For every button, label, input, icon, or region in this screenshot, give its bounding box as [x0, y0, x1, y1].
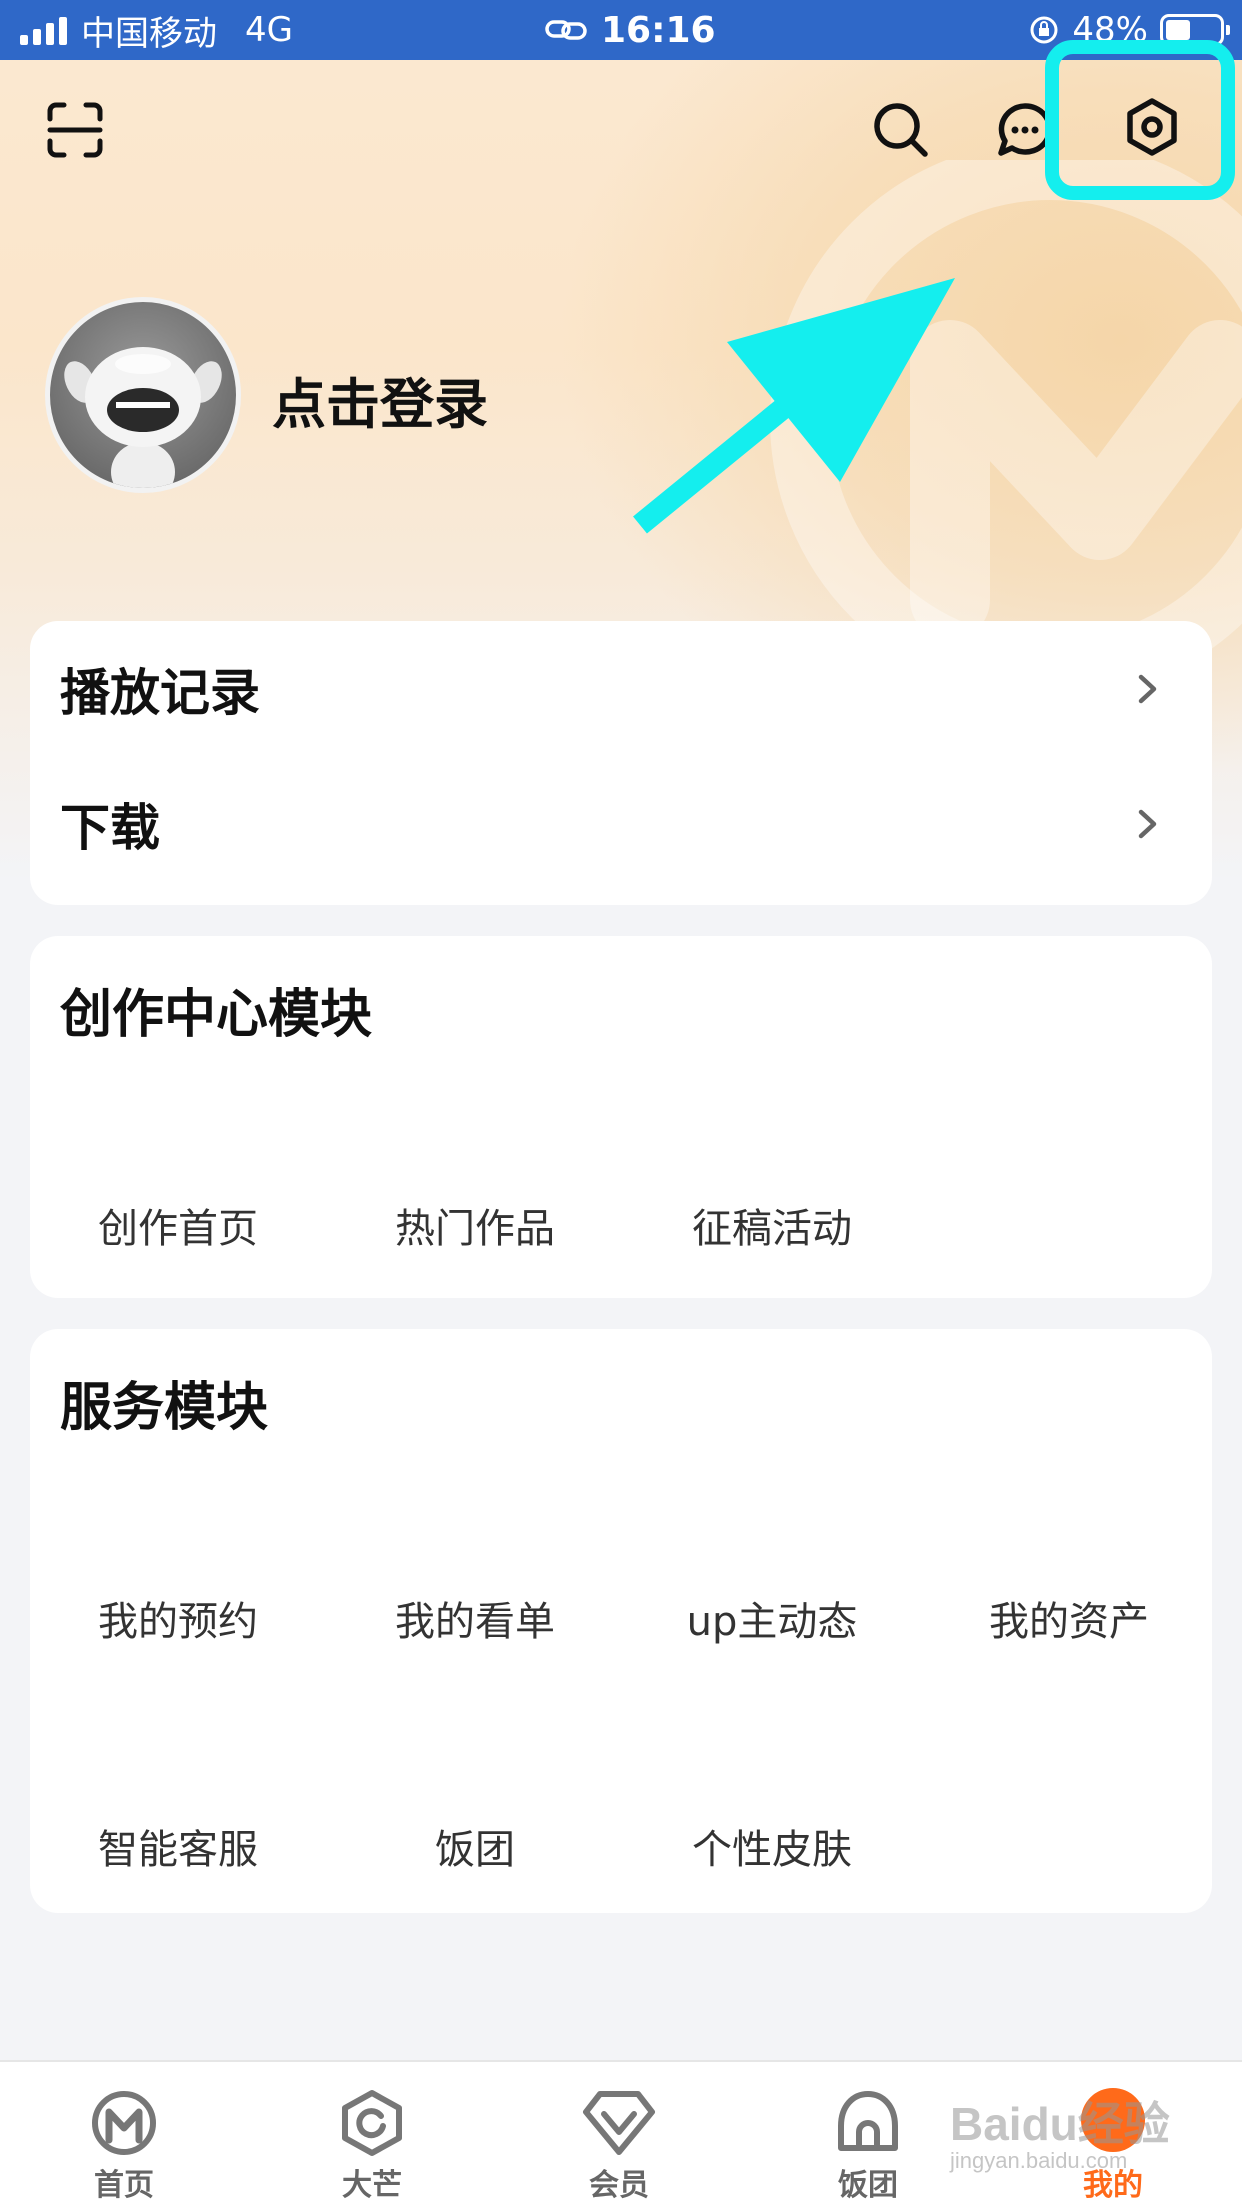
creation-center-card: 创作中心模块 创作首页 热门作品 征稿活动: [30, 936, 1212, 1298]
records-card: 播放记录 下载: [30, 621, 1212, 905]
fantuan-item[interactable]: 饭团: [345, 1817, 605, 1875]
rotation-lock-icon: [1030, 16, 1058, 44]
list-item-download[interactable]: 下载: [30, 764, 1212, 884]
avatar[interactable]: [45, 297, 241, 493]
my-assets-item[interactable]: 我的资产: [939, 1589, 1199, 1647]
nav-label-vip: 会员: [589, 2168, 649, 2203]
smart-service-item[interactable]: 智能客服: [48, 1817, 308, 1875]
scan-button[interactable]: [40, 95, 110, 165]
fantuan-icon: [838, 2091, 898, 2151]
clock: 16:16: [601, 9, 716, 51]
mango-logo-icon: [92, 2091, 156, 2155]
robot-mascot-icon: [64, 347, 222, 488]
nav-item-home[interactable]: 首页: [24, 2062, 224, 2208]
creation-home-item[interactable]: 创作首页: [48, 1196, 308, 1254]
hot-works-item[interactable]: 热门作品: [345, 1196, 605, 1254]
service-card: 服务模块 我的预约 我的看单 up主动态 我的资产 智能客服 饭团 个性皮肤: [30, 1329, 1212, 1913]
watermark-text: Baidu经验: [950, 2098, 1170, 2150]
carrier-label: 中国移动: [81, 13, 217, 54]
network-label: 4G: [245, 10, 293, 50]
chevron-right-icon: [1138, 674, 1157, 704]
watermark-subtext: jingyan.baidu.com: [950, 2148, 1128, 2173]
nav-item-damang[interactable]: 大芒: [272, 2062, 472, 2208]
scan-icon: [47, 102, 103, 158]
chevron-right-icon: [1138, 809, 1157, 839]
nav-label-fantuan: 饭团: [838, 2168, 898, 2203]
call-for-submissions-item[interactable]: 征稿活动: [642, 1196, 902, 1254]
nav-label-damang: 大芒: [342, 2168, 402, 2203]
play-history-label: 播放记录: [60, 664, 260, 722]
pointer-arrow-icon: [633, 278, 955, 534]
link-icon: [545, 20, 587, 40]
search-icon: [874, 103, 928, 157]
nav-item-vip[interactable]: 会员: [519, 2062, 719, 2208]
login-link[interactable]: 点击登录: [272, 360, 488, 439]
my-reservations-item[interactable]: 我的预约: [48, 1589, 308, 1647]
nav-item-fantuan[interactable]: 饭团: [768, 2062, 968, 2208]
my-watchlist-item[interactable]: 我的看单: [345, 1589, 605, 1647]
baidu-watermark: Baidu经验 jingyan.baidu.com: [950, 2088, 1190, 2178]
damang-icon: [342, 2090, 402, 2156]
personal-skin-item[interactable]: 个性皮肤: [642, 1817, 902, 1875]
list-item-play-history[interactable]: 播放记录: [30, 629, 1212, 749]
search-button[interactable]: [866, 95, 936, 165]
service-title: 服务模块: [60, 1378, 269, 1438]
nav-label-home: 首页: [94, 2168, 154, 2203]
signal-icon: [20, 15, 67, 45]
creation-center-title: 创作中心模块: [60, 985, 373, 1045]
vip-diamond-icon: [583, 2091, 655, 2155]
up-updates-item[interactable]: up主动态: [642, 1589, 902, 1647]
settings-highlight-box: [1045, 40, 1235, 200]
download-label: 下载: [60, 799, 160, 857]
